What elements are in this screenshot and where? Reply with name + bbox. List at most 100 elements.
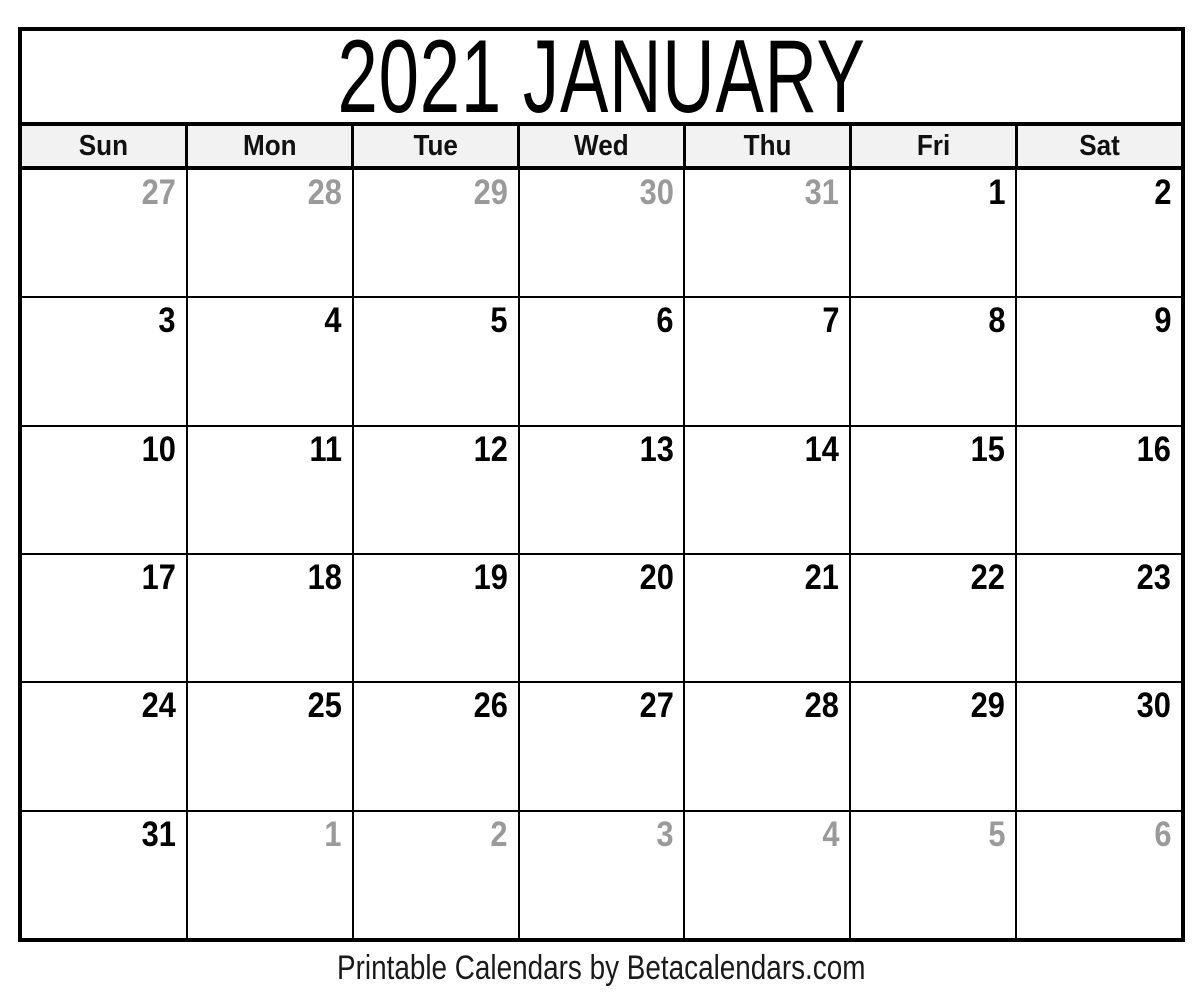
day-number: 6 (1153, 814, 1172, 854)
day-cell[interactable]: 16 (1017, 426, 1182, 553)
day-cell[interactable]: 5 (851, 811, 1018, 938)
week-row: 3 4 5 6 7 8 9 (22, 298, 1182, 427)
day-number: 27 (141, 173, 176, 212)
weekday-label: Wed (574, 130, 629, 162)
day-cell[interactable]: 10 (22, 426, 188, 553)
weekday-header-mon: Mon (188, 126, 354, 166)
day-number: 10 (141, 429, 176, 469)
weekday-label: Sat (1079, 130, 1120, 162)
day-number: 25 (307, 686, 342, 726)
day-cell[interactable]: 17 (22, 554, 188, 682)
day-number: 29 (970, 686, 1006, 726)
day-cell[interactable]: 19 (353, 554, 520, 682)
day-number: 3 (158, 301, 176, 341)
day-number: 28 (805, 686, 840, 726)
day-number: 1 (324, 814, 342, 854)
week-row: 24 25 26 27 28 29 30 (22, 683, 1182, 812)
day-cell[interactable]: 29 (353, 170, 520, 297)
day-cell[interactable]: 4 (187, 298, 354, 425)
day-cell[interactable]: 6 (1017, 811, 1182, 938)
day-cell[interactable]: 26 (353, 683, 520, 810)
day-cell[interactable]: 1 (851, 170, 1018, 297)
footer-credit-text: Printable Calendars by Betacalendars.com (336, 949, 866, 987)
day-cell[interactable]: 3 (519, 811, 686, 938)
page-title: 2021 JANUARY (337, 31, 866, 126)
day-number: 30 (1136, 686, 1172, 726)
day-number: 23 (1136, 557, 1172, 597)
day-number: 27 (639, 686, 674, 726)
weekday-header-fri: Fri (852, 126, 1018, 166)
day-cell[interactable]: 24 (22, 683, 188, 810)
day-cell[interactable]: 8 (851, 298, 1018, 425)
day-cell[interactable]: 28 (685, 683, 852, 810)
weekday-header-sat: Sat (1018, 126, 1181, 166)
day-number: 26 (473, 686, 508, 726)
weekday-label: Mon (242, 130, 297, 162)
day-cell[interactable]: 25 (187, 683, 354, 810)
day-number: 15 (970, 429, 1006, 469)
day-number: 14 (805, 429, 840, 469)
footer: Printable Calendars by Betacalendars.com (0, 948, 1202, 988)
day-number: 1 (988, 173, 1006, 212)
calendar-title-bar: 2021 JANUARY (22, 31, 1181, 126)
day-cell[interactable]: 23 (1017, 554, 1182, 682)
day-cell[interactable]: 20 (519, 554, 686, 682)
day-cell[interactable]: 13 (519, 426, 686, 553)
day-number: 29 (473, 173, 508, 212)
day-cell[interactable]: 2 (1017, 170, 1182, 297)
day-number: 6 (656, 301, 674, 341)
day-cell[interactable]: 5 (353, 298, 520, 425)
day-cell[interactable]: 30 (519, 170, 686, 297)
day-number: 2 (490, 814, 508, 854)
week-row: 27 28 29 30 31 1 2 (22, 170, 1182, 299)
day-number: 13 (639, 429, 674, 469)
calendar-page: 2021 JANUARY Sun Mon Tue Wed Thu Fri Sat (0, 0, 1202, 995)
day-number: 4 (324, 301, 342, 341)
day-number: 11 (309, 429, 342, 469)
day-cell[interactable]: 28 (187, 170, 354, 297)
calendar-weeks: 27 28 29 30 31 1 2 3 4 5 6 7 8 9 10 11 1… (22, 170, 1182, 938)
day-number: 20 (639, 557, 674, 597)
day-cell[interactable]: 2 (353, 811, 520, 938)
day-number: 5 (988, 814, 1006, 854)
weekday-label: Thu (743, 130, 792, 162)
weekday-header-wed: Wed (520, 126, 686, 166)
day-number: 2 (1153, 173, 1172, 212)
day-cell[interactable]: 7 (685, 298, 852, 425)
day-cell[interactable]: 27 (519, 683, 686, 810)
day-number: 19 (473, 557, 508, 597)
day-number: 30 (639, 173, 674, 212)
day-cell[interactable]: 12 (353, 426, 520, 553)
day-cell[interactable]: 30 (1017, 683, 1182, 810)
day-cell[interactable]: 21 (685, 554, 852, 682)
day-cell[interactable]: 4 (685, 811, 852, 938)
day-number: 12 (473, 429, 508, 469)
weekday-header-thu: Thu (686, 126, 852, 166)
weekday-label: Tue (413, 130, 458, 162)
day-cell[interactable]: 9 (1017, 298, 1182, 425)
day-number: 7 (822, 301, 840, 341)
day-cell[interactable]: 29 (851, 683, 1018, 810)
weekday-header-sun: Sun (22, 126, 188, 166)
day-cell[interactable]: 14 (685, 426, 852, 553)
week-row: 10 11 12 13 14 15 16 (22, 426, 1182, 555)
day-cell[interactable]: 22 (851, 554, 1018, 682)
day-cell[interactable]: 6 (519, 298, 686, 425)
day-cell[interactable]: 31 (685, 170, 852, 297)
day-number: 28 (307, 173, 342, 212)
day-cell[interactable]: 11 (187, 426, 354, 553)
day-number: 18 (307, 557, 342, 597)
day-number: 3 (656, 814, 674, 854)
week-row: 17 18 19 20 21 22 23 (22, 554, 1182, 684)
day-cell[interactable]: 1 (187, 811, 354, 938)
day-number: 31 (805, 173, 840, 212)
day-cell[interactable]: 3 (22, 298, 188, 425)
day-cell[interactable]: 18 (187, 554, 354, 682)
day-cell[interactable]: 15 (851, 426, 1018, 553)
day-number: 21 (805, 557, 840, 597)
day-number: 8 (988, 301, 1006, 341)
weekday-label: Sun (78, 130, 129, 162)
day-cell[interactable]: 31 (22, 811, 188, 938)
weekday-header-row: Sun Mon Tue Wed Thu Fri Sat (22, 126, 1181, 170)
day-cell[interactable]: 27 (22, 170, 188, 297)
